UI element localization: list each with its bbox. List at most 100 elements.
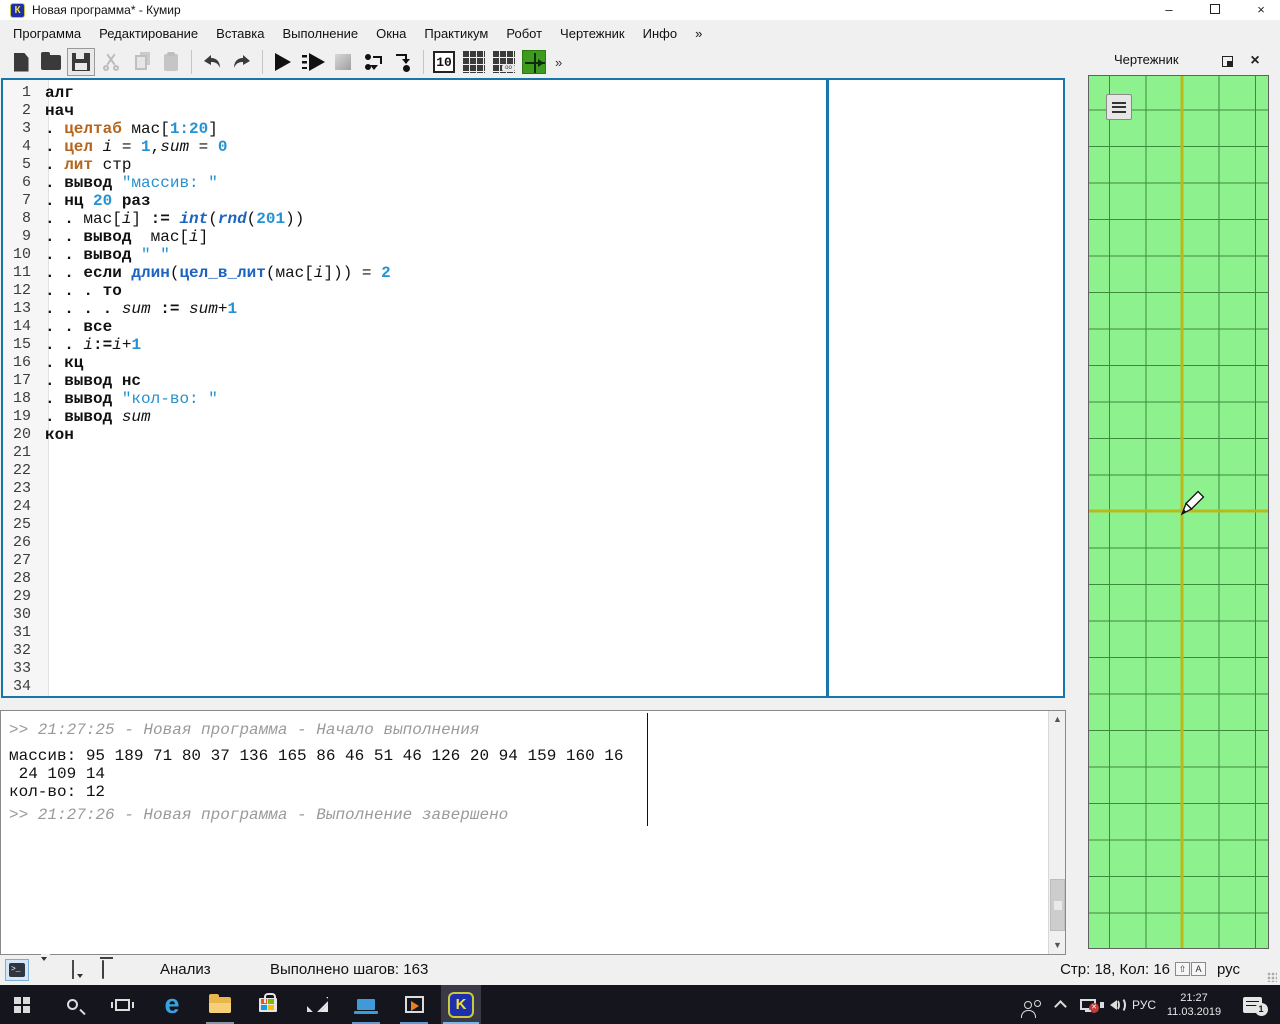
volume-button[interactable] bbox=[1098, 985, 1128, 1024]
show-robot-remote-button[interactable]: oo bbox=[490, 48, 518, 76]
menu-item[interactable]: Чертежник bbox=[551, 23, 634, 44]
menu-item[interactable]: Инфо bbox=[634, 23, 686, 44]
menu-item[interactable]: Программа bbox=[4, 23, 90, 44]
minimize-button[interactable]: – bbox=[1152, 0, 1186, 20]
scroll-up-arrow[interactable]: ▲ bbox=[1049, 711, 1066, 728]
paste-button[interactable] bbox=[157, 48, 185, 76]
output-scrollbar[interactable]: ▲ ▼ bbox=[1048, 711, 1065, 954]
show-drawer-button[interactable] bbox=[520, 48, 548, 76]
store-button[interactable] bbox=[246, 985, 290, 1024]
undo-button[interactable] bbox=[198, 48, 226, 76]
kumir-taskbar-button[interactable]: K bbox=[441, 985, 481, 1024]
drawer-close-button[interactable]: × bbox=[1246, 52, 1264, 70]
file-explorer-button[interactable] bbox=[198, 985, 242, 1024]
code-line: . . вывод " " bbox=[41, 246, 170, 264]
status-mode: Анализ bbox=[160, 961, 211, 978]
line-number: 4 bbox=[3, 138, 41, 156]
drawer-title: Чертежник bbox=[1088, 48, 1270, 74]
code-line: . вывод "массив: " bbox=[41, 174, 218, 192]
open-folder-icon bbox=[41, 55, 61, 70]
menu-item[interactable]: Выполнение bbox=[273, 23, 367, 44]
maximize-button[interactable] bbox=[1198, 0, 1232, 20]
copy-output-button[interactable] bbox=[72, 961, 74, 978]
code-editor[interactable]: 1алг2нач3. целтаб мас[1:20]4. цел i = 1,… bbox=[1, 78, 1065, 698]
drawer-canvas[interactable] bbox=[1088, 75, 1269, 949]
code-line: . . все bbox=[41, 318, 112, 336]
app-icon: К bbox=[10, 3, 25, 18]
redo-button[interactable] bbox=[228, 48, 256, 76]
people-button[interactable] bbox=[1012, 985, 1044, 1024]
edge-button[interactable]: e bbox=[150, 985, 194, 1024]
maximize-icon bbox=[1210, 4, 1220, 14]
line-number: 7 bbox=[3, 192, 41, 210]
show-variables-button[interactable]: 10 bbox=[430, 48, 458, 76]
search-button[interactable] bbox=[50, 985, 94, 1024]
scroll-down-arrow[interactable]: ▼ bbox=[1049, 937, 1066, 954]
copy-output-icon bbox=[72, 960, 74, 979]
show-robot-field-button[interactable] bbox=[460, 48, 488, 76]
line-number: 29 bbox=[3, 588, 41, 606]
paste-icon bbox=[164, 54, 178, 71]
code-line bbox=[41, 552, 45, 570]
code-line bbox=[41, 516, 45, 534]
menu-item[interactable]: Практикум bbox=[415, 23, 497, 44]
menu-item[interactable]: Робот bbox=[497, 23, 551, 44]
stop-button[interactable] bbox=[329, 48, 357, 76]
step-into-icon bbox=[393, 52, 413, 72]
cut-button[interactable] bbox=[97, 48, 125, 76]
close-button[interactable]: × bbox=[1244, 0, 1278, 20]
save-icon bbox=[72, 53, 90, 71]
kumir-icon: K bbox=[448, 992, 474, 1018]
resize-grip[interactable] bbox=[1267, 972, 1277, 982]
task-view-button[interactable] bbox=[100, 985, 144, 1024]
folder-icon bbox=[209, 997, 231, 1013]
code-line: кон bbox=[41, 426, 74, 444]
clock-button[interactable]: 21:27 11.03.2019 bbox=[1162, 985, 1226, 1024]
status-bar: >_ Анализ Выполнено шагов: 163 Стр: 18, … bbox=[0, 955, 1280, 985]
run-icon bbox=[275, 53, 291, 71]
output-panel[interactable]: >> 21:27:25 - Новая программа - Начало в… bbox=[0, 710, 1066, 955]
trash-icon bbox=[102, 960, 104, 979]
new-file-button[interactable] bbox=[7, 48, 35, 76]
tray-overflow-button[interactable] bbox=[1048, 985, 1072, 1024]
action-center-button[interactable]: 1 bbox=[1230, 985, 1274, 1024]
step-over-button[interactable] bbox=[359, 48, 387, 76]
menu-item[interactable]: Вставка bbox=[207, 23, 273, 44]
menu-item[interactable]: Окна bbox=[367, 23, 415, 44]
drawer-float-button[interactable] bbox=[1218, 52, 1236, 70]
code-line: . . . то bbox=[41, 282, 122, 300]
clear-output-button[interactable] bbox=[102, 961, 104, 978]
computer-button[interactable] bbox=[344, 985, 388, 1024]
open-file-button[interactable] bbox=[37, 48, 65, 76]
run-blind-button[interactable] bbox=[299, 48, 327, 76]
line-number: 32 bbox=[3, 642, 41, 660]
run-button[interactable] bbox=[269, 48, 297, 76]
mail-button[interactable] bbox=[295, 985, 339, 1024]
toggle-console-button[interactable]: >_ bbox=[5, 959, 29, 981]
line-number: 2 bbox=[3, 102, 41, 120]
output-line: >> 21:27:26 - Новая программа - Выполнен… bbox=[9, 806, 1041, 824]
language-button[interactable]: РУС bbox=[1126, 985, 1162, 1024]
step-into-button[interactable] bbox=[389, 48, 417, 76]
start-button[interactable] bbox=[0, 985, 44, 1024]
line-number: 28 bbox=[3, 570, 41, 588]
line-number: 30 bbox=[3, 606, 41, 624]
menu-item[interactable]: » bbox=[686, 23, 711, 44]
dropdown-arrow-icon bbox=[77, 974, 83, 978]
line-number: 5 bbox=[3, 156, 41, 174]
menu-item[interactable]: Редактирование bbox=[90, 23, 207, 44]
drawer-menu-button[interactable] bbox=[1106, 94, 1132, 120]
line-number: 22 bbox=[3, 462, 41, 480]
scrollbar-thumb[interactable] bbox=[1050, 879, 1065, 931]
line-number: 18 bbox=[3, 390, 41, 408]
copy-button[interactable] bbox=[127, 48, 155, 76]
stop-icon bbox=[335, 54, 351, 70]
code-line: . вывод sum bbox=[41, 408, 151, 426]
movies-button[interactable] bbox=[392, 985, 436, 1024]
speaker-icon bbox=[1110, 1000, 1117, 1010]
code-line bbox=[41, 678, 45, 696]
toolbar-separator bbox=[423, 50, 424, 74]
toolbar-overflow-button[interactable]: » bbox=[555, 55, 562, 70]
save-file-button[interactable] bbox=[67, 48, 95, 76]
code-line bbox=[41, 498, 45, 516]
